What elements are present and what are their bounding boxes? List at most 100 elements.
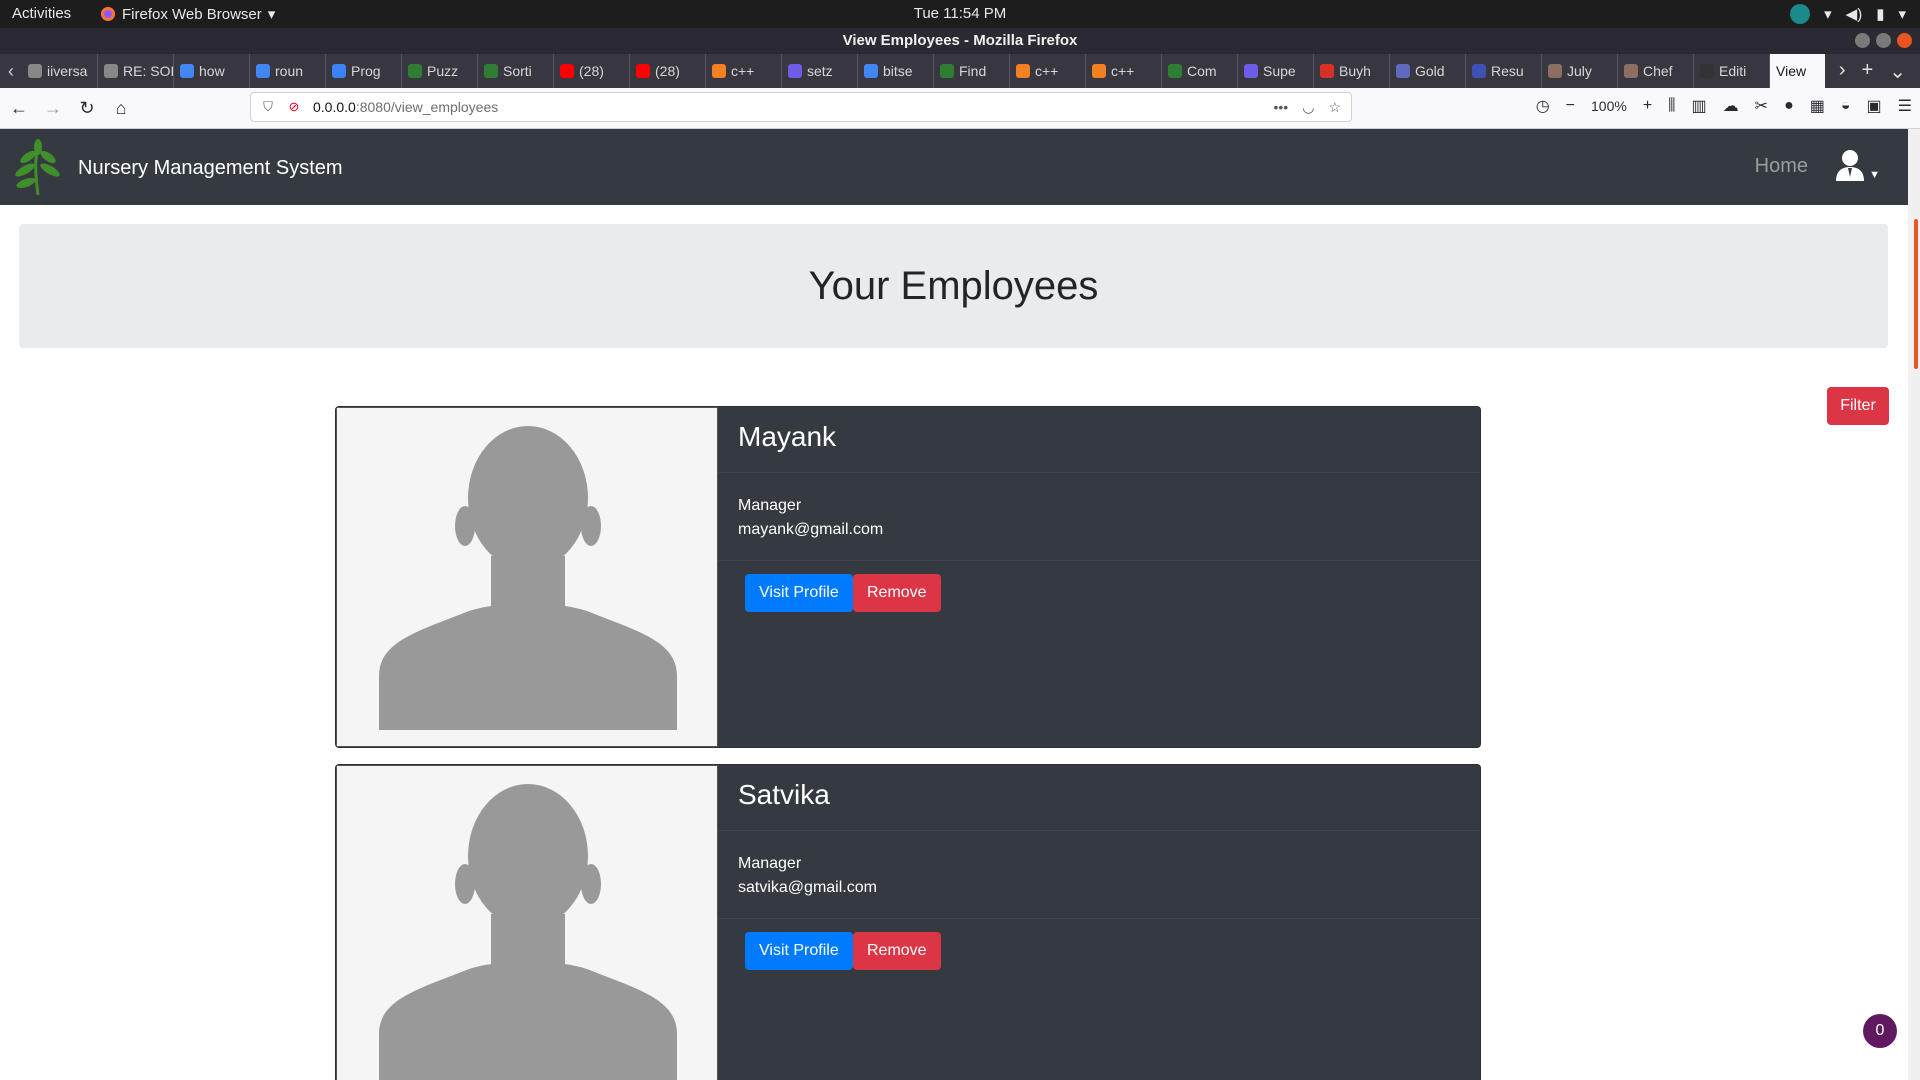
tab[interactable]: setz bbox=[782, 54, 858, 88]
notification-badge[interactable]: 0 bbox=[1863, 1014, 1897, 1048]
tab[interactable]: RE: SOP bbox=[98, 54, 174, 88]
account-icon[interactable]: ● bbox=[1784, 97, 1794, 115]
system-menu-caret-icon[interactable]: ▾ bbox=[1898, 5, 1906, 23]
history-icon[interactable]: ◷ bbox=[1536, 96, 1550, 116]
minimize-button[interactable] bbox=[1855, 33, 1870, 48]
tab[interactable]: Resu bbox=[1466, 54, 1542, 88]
app-indicator-icon[interactable] bbox=[1790, 4, 1811, 24]
forward-icon[interactable]: → bbox=[38, 98, 68, 119]
nav-home-link[interactable]: Home bbox=[1755, 155, 1808, 178]
remove-button[interactable]: Remove bbox=[853, 574, 941, 612]
tab-label: Chef bbox=[1643, 63, 1673, 79]
page-actions-icon[interactable]: ••• bbox=[1274, 99, 1289, 116]
home-icon[interactable]: ⌂ bbox=[106, 98, 136, 119]
wifi-icon[interactable]: ▾ bbox=[1824, 5, 1832, 23]
insecure-lock-icon[interactable]: ⊘ bbox=[285, 99, 303, 115]
tab[interactable]: July bbox=[1542, 54, 1618, 88]
tab[interactable]: Com bbox=[1162, 54, 1238, 88]
pocket-icon[interactable]: ◡ bbox=[1302, 99, 1314, 116]
tab-favicon-icon bbox=[1548, 64, 1562, 78]
screenshot-icon[interactable]: ✂ bbox=[1755, 96, 1768, 116]
tab-label: Supe bbox=[1263, 63, 1296, 79]
activities-button[interactable]: Activities bbox=[12, 5, 71, 22]
extension-icon[interactable]: ◒ bbox=[1841, 97, 1851, 115]
tab-favicon-icon bbox=[1472, 64, 1486, 78]
tab-favicon-icon bbox=[788, 64, 802, 78]
tab-list: iiversa RE: SOP how roun Prog Puzz Sorti (28) (2… bbox=[22, 54, 1825, 88]
tab-label: Sorti bbox=[503, 63, 532, 79]
page-scrollbar[interactable] bbox=[1908, 129, 1920, 1080]
tab-favicon-icon bbox=[1168, 64, 1182, 78]
menu-hamburger-icon[interactable]: ☰ bbox=[1898, 96, 1912, 116]
tab[interactable]: how bbox=[174, 54, 250, 88]
extensions-grid-icon[interactable]: ▦ bbox=[1810, 96, 1825, 116]
tab[interactable]: bitse bbox=[858, 54, 934, 88]
tab[interactable]: Prog bbox=[326, 54, 402, 88]
caret-down-icon: ▾ bbox=[267, 6, 276, 23]
shield-icon[interactable]: ⛉ bbox=[259, 99, 277, 115]
app-navbar: Nursery Management System Home ▼ bbox=[0, 129, 1908, 205]
tab-list-chevron-icon[interactable]: ⌄ bbox=[1889, 59, 1906, 84]
user-menu-caret-icon: ▼ bbox=[1869, 169, 1880, 181]
library-icon[interactable]: ⫼ bbox=[1668, 97, 1675, 115]
scrollbar-thumb[interactable] bbox=[1914, 219, 1918, 369]
volume-icon[interactable]: ◀) bbox=[1846, 5, 1863, 23]
window-titlebar: View Employees - Mozilla Firefox bbox=[0, 28, 1920, 54]
tab-favicon-icon bbox=[940, 64, 954, 78]
sync-icon[interactable]: ☁ bbox=[1723, 96, 1739, 116]
tab[interactable]: c++ bbox=[1086, 54, 1162, 88]
zoom-out-icon[interactable]: − bbox=[1566, 97, 1575, 115]
tab-strip: ‹ iiversa RE: SOP how roun Prog Puzz Sorti (28)… bbox=[0, 54, 1920, 88]
filter-button[interactable]: Filter bbox=[1827, 387, 1889, 425]
tab[interactable]: Editi bbox=[1694, 54, 1770, 88]
url-bar[interactable]: ⛉ ⊘ 0.0.0.0:8080/view_employees ••• ◡ ☆ bbox=[250, 92, 1352, 122]
scroll-tabs-left-icon[interactable]: ‹ bbox=[0, 61, 22, 82]
reload-icon[interactable]: ↻ bbox=[72, 98, 102, 119]
tab[interactable]: c++ bbox=[706, 54, 782, 88]
tab[interactable]: Supe bbox=[1238, 54, 1314, 88]
tab[interactable]: Find bbox=[934, 54, 1010, 88]
system-clock[interactable]: Tue 11:54 PM bbox=[914, 5, 1007, 22]
tab[interactable]: Buyh bbox=[1314, 54, 1390, 88]
tab-label: View bbox=[1776, 63, 1807, 79]
user-menu[interactable]: ▼ bbox=[1835, 149, 1880, 181]
card-divider bbox=[718, 560, 1480, 561]
tab[interactable]: Gold bbox=[1390, 54, 1466, 88]
tab-favicon-icon bbox=[1016, 64, 1030, 78]
new-tab-icon[interactable]: + bbox=[1862, 59, 1874, 84]
scroll-tabs-right-icon[interactable]: › bbox=[1839, 59, 1846, 84]
app-menu[interactable]: Firefox Web Browser ▾ bbox=[100, 5, 275, 23]
tab-favicon-icon bbox=[1320, 64, 1334, 78]
employee-name: Satvika bbox=[738, 779, 830, 810]
visit-profile-button[interactable]: Visit Profile bbox=[745, 932, 853, 970]
card-divider bbox=[718, 472, 1480, 473]
tab[interactable]: Puzz bbox=[402, 54, 478, 88]
tab[interactable]: (28) bbox=[554, 54, 630, 88]
tab[interactable]: c++ bbox=[1010, 54, 1086, 88]
tab-label: (28) bbox=[579, 63, 604, 79]
tab-active[interactable]: View ✕ bbox=[1770, 54, 1825, 88]
tab[interactable]: (28) bbox=[630, 54, 706, 88]
brand[interactable]: Nursery Management System bbox=[14, 139, 343, 197]
back-icon[interactable]: ← bbox=[4, 98, 34, 119]
tab[interactable]: Chef bbox=[1618, 54, 1694, 88]
tab[interactable]: iiversa bbox=[22, 54, 98, 88]
close-window-button[interactable] bbox=[1897, 33, 1912, 48]
remove-button[interactable]: Remove bbox=[853, 932, 941, 970]
extension-2-icon[interactable]: ▣ bbox=[1867, 96, 1882, 116]
page-title: Your Employees bbox=[808, 264, 1099, 308]
zoom-level[interactable]: 100% bbox=[1591, 98, 1627, 114]
zoom-in-icon[interactable]: + bbox=[1643, 97, 1652, 115]
tab[interactable]: Sorti bbox=[478, 54, 554, 88]
sidebar-icon[interactable]: ▥ bbox=[1692, 96, 1707, 116]
tab[interactable]: roun bbox=[250, 54, 326, 88]
tab-label: Buyh bbox=[1339, 63, 1371, 79]
bookmark-star-icon[interactable]: ☆ bbox=[1328, 99, 1341, 116]
system-top-bar: Activities Firefox Web Browser ▾ Tue 11:… bbox=[0, 0, 1920, 28]
tab-favicon-icon bbox=[256, 64, 270, 78]
employee-role: Manager bbox=[738, 497, 802, 514]
visit-profile-button[interactable]: Visit Profile bbox=[745, 574, 853, 612]
tab-label: Prog bbox=[351, 63, 381, 79]
maximize-button[interactable] bbox=[1876, 33, 1891, 48]
battery-icon[interactable]: ▮ bbox=[1876, 5, 1884, 23]
